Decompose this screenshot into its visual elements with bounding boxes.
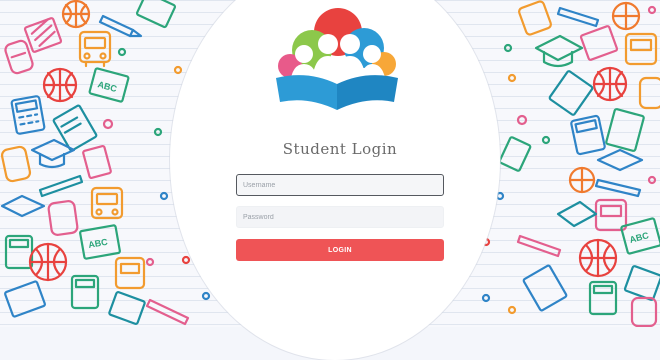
username-input[interactable] — [236, 174, 444, 196]
page-title: Student Login — [282, 140, 398, 158]
password-input[interactable] — [236, 206, 444, 228]
login-button[interactable]: LOGIN — [236, 239, 444, 261]
students-reading-book-icon — [276, 8, 398, 110]
login-content: Student Login LOGIN — [0, 0, 660, 327]
